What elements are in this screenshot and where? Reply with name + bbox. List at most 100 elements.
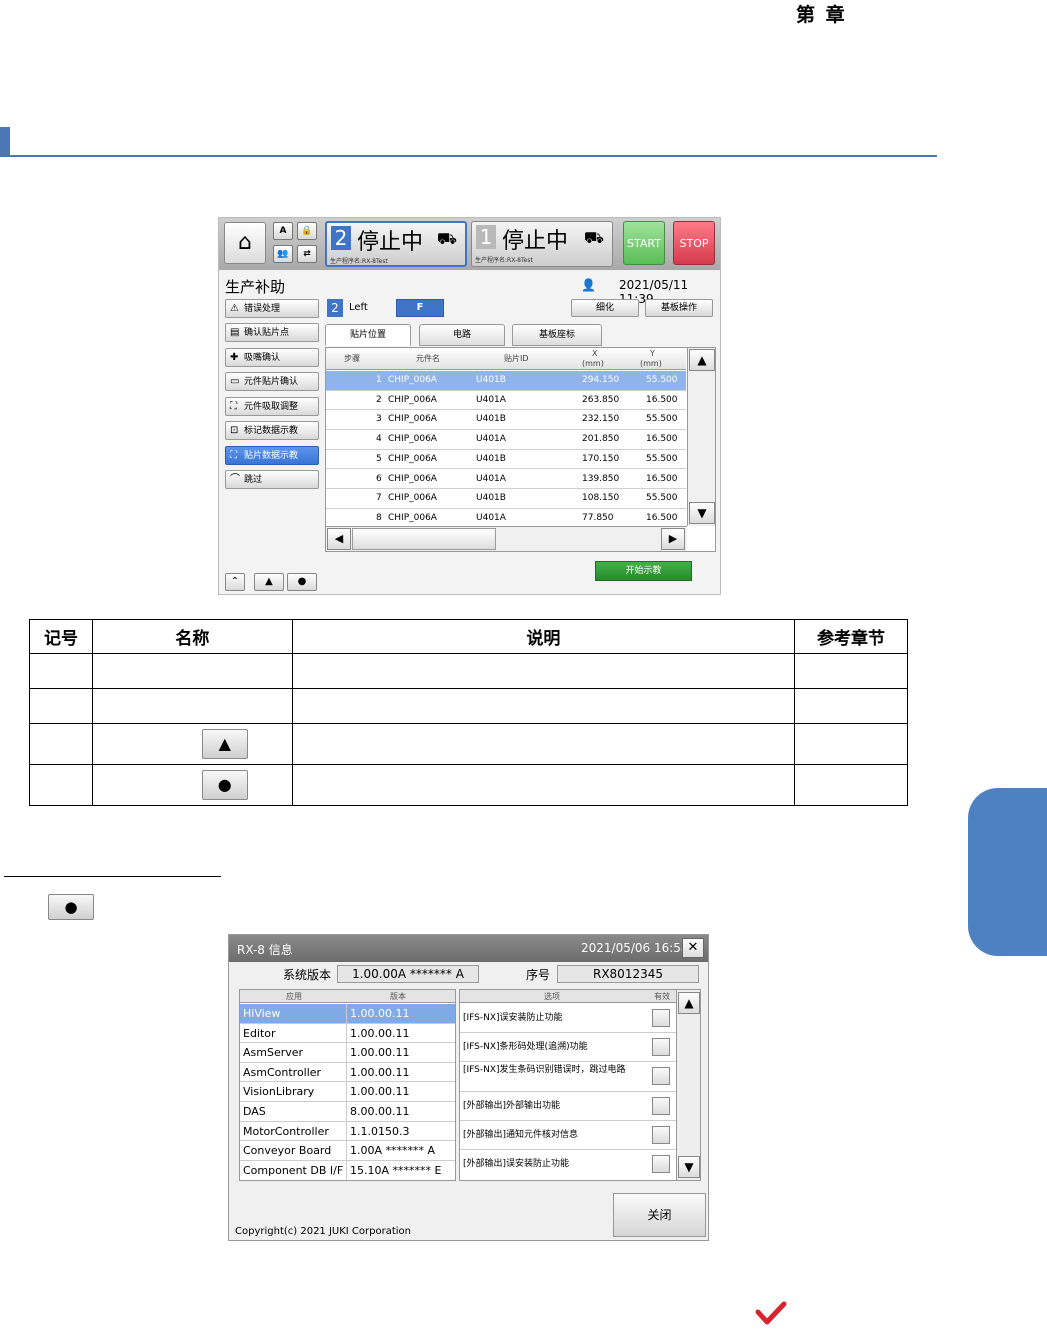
header-mark: 记号 (29, 619, 93, 654)
application-version-table: 应用 版本 HiView 1.00.00.11 Editor 1.00.00.11 … (239, 989, 456, 1181)
table-row[interactable]: 7 CHIP_006A U401B 108.150 55.500 (326, 489, 686, 509)
lock-icon[interactable]: 🔒 (297, 222, 317, 240)
table-row (29, 688, 908, 724)
table-row[interactable]: DAS 8.00.00.11 (240, 1102, 455, 1122)
arrow-up-icon: ▲ (697, 353, 707, 367)
rx8-info-dialog: RX-8 信息 2021/05/06 16:58 ✕ 系统版本 1.00.00A… (228, 934, 709, 1241)
valid-checkbox[interactable] (652, 1155, 670, 1173)
table-row[interactable]: AsmController 1.00.00.11 (240, 1062, 455, 1083)
menu-component-placement[interactable]: ▭ 元件贴片确认 (225, 372, 319, 391)
table-row (29, 653, 908, 689)
warning-button[interactable]: ▲ (254, 573, 284, 591)
dialog-datetime: 2021/05/06 16:58 (581, 941, 689, 955)
arrow-down-icon: ▼ (697, 506, 707, 520)
start-teach-button[interactable]: 开始示教 (595, 561, 692, 581)
menu-nozzle-check[interactable]: ✚ 吸嘴确认 (225, 348, 319, 367)
horizontal-scrollbar[interactable]: ◀ ▶ (326, 526, 687, 551)
lane-side-label: Left (349, 302, 368, 313)
lane-2-status[interactable]: 2 停止中 ⛟ 生产程序名:RX-8Test (325, 221, 467, 267)
table-row[interactable]: Conveyor Board 1.00A ******* A (240, 1141, 455, 1161)
mark-icon: ⊡ (230, 425, 239, 436)
scroll-up-button[interactable]: ▲ (689, 349, 715, 371)
scroll-up-button[interactable]: ▲ (678, 992, 700, 1014)
valid-checkbox[interactable] (652, 1125, 670, 1144)
options-table: 选项 有效 [IFS-NX]误安装防止功能 [IFS-NX]条形码处理(追溯)功… (459, 989, 701, 1181)
board-operation-button[interactable]: 基板操作 (645, 299, 713, 317)
header-desc: 说明 (291, 619, 796, 654)
program-name: 生产程序名:RX-8Test (475, 257, 533, 264)
menu-placement-teach[interactable]: ⛶ 贴片数据示教 (225, 446, 319, 465)
scroll-right-button[interactable]: ▶ (661, 528, 685, 550)
table-row[interactable]: MotorController 1.1.0150.3 (240, 1121, 455, 1142)
valid-checkbox[interactable] (652, 1038, 670, 1057)
table-row[interactable]: 3 CHIP_006A U401B 232.150 55.500 (326, 410, 686, 431)
table-row[interactable]: VisionLibrary 1.00.00.11 (240, 1082, 455, 1102)
table-row[interactable]: 6 CHIP_006A U401A 139.850 16.500 (326, 470, 686, 490)
info-button[interactable]: ● (287, 573, 317, 591)
start-button[interactable]: START (623, 221, 665, 265)
col-valid: 有效 (654, 992, 670, 1001)
valid-checkbox[interactable] (652, 1067, 670, 1086)
table-row[interactable]: 1 CHIP_006A U401B 294.150 55.500 (326, 371, 686, 391)
serial-label: 序号 (526, 968, 551, 982)
col-version: 版本 (390, 992, 406, 1001)
info-icon: ● (297, 576, 307, 587)
arrow-left-icon: ◀ (334, 532, 344, 545)
menu-pickup-adjust[interactable]: ⛶ 元件吸取调整 (225, 397, 319, 416)
dialog-titlebar: RX-8 信息 2021/05/06 16:58 ✕ (229, 935, 708, 962)
front-button[interactable]: F (396, 299, 444, 317)
teach-icon: ⛶ (230, 450, 237, 461)
stop-button[interactable]: STOP (673, 221, 715, 265)
tab-circuit[interactable]: 电路 (419, 324, 505, 346)
table-row[interactable]: HiView 1.00.00.11 (240, 1004, 455, 1024)
close-button[interactable]: 关闭 (613, 1193, 706, 1237)
close-icon[interactable]: ✕ (682, 938, 704, 958)
table-row: ▲ (29, 723, 908, 765)
warning-gear-icon: ⚠ (230, 303, 239, 314)
menu-error-handling[interactable]: ⚠ 错误处理 (225, 299, 319, 318)
vertical-scrollbar[interactable]: ▲ ▼ (687, 348, 715, 526)
warning-icon: ▲ (201, 729, 248, 759)
options-scrollbar[interactable]: ▲ ▼ (676, 990, 700, 1180)
tab-placement-position[interactable]: 贴片位置 (325, 324, 411, 346)
detail-button[interactable]: 细化 (571, 299, 639, 317)
scroll-left-button[interactable]: ◀ (327, 528, 351, 550)
table-row[interactable]: AsmServer 1.00.00.11 (240, 1043, 455, 1063)
scroll-thumb[interactable] (352, 528, 496, 550)
section-marker (0, 127, 10, 157)
menu-skip[interactable]: ⌒ 跳过 (225, 470, 319, 489)
menu-mark-teach[interactable]: ⊡ 标记数据示教 (225, 421, 319, 440)
a-button[interactable]: A (273, 222, 293, 240)
table-row[interactable]: 2 CHIP_006A U401A 263.850 16.500 (326, 391, 686, 411)
chapter-side-tab (968, 788, 1047, 956)
col-option: 选项 (544, 992, 560, 1001)
col-y: Y (650, 349, 655, 358)
lane-1-status[interactable]: 1 停止中 ⛟ 生产程序名:RX-8Test (471, 221, 613, 267)
valid-checkbox[interactable] (652, 1009, 670, 1027)
table-row[interactable]: Editor 1.00.00.11 (240, 1023, 455, 1044)
tab-board-coordinates[interactable]: 基板座标 (512, 324, 602, 346)
scroll-down-button[interactable]: ▼ (689, 502, 715, 524)
table-header-row: 记号 名称 说明 参考章节 (29, 619, 908, 654)
table-row[interactable]: 5 CHIP_006A U401B 170.150 55.500 (326, 450, 686, 470)
arrow-up-icon: ▲ (684, 996, 694, 1010)
scroll-down-button[interactable]: ▼ (678, 1156, 700, 1178)
connection-icon[interactable]: ⇄ (297, 245, 317, 263)
grid-header: 步骤 元件名 贴片ID X (mm) Y (mm) (326, 348, 686, 370)
collapse-button[interactable]: ⌃ (225, 573, 245, 591)
nozzle-icon: ✚ (230, 352, 239, 363)
table-row[interactable]: Component DB I/F 15.10A ******* E (240, 1160, 455, 1181)
valid-checkbox[interactable] (652, 1096, 670, 1115)
checklist-icon: ▤ (230, 327, 240, 338)
arrow-right-icon: ▶ (668, 532, 678, 545)
list-item: [IFS-NX]发生条码识别错误时，跳过电路 (460, 1062, 676, 1092)
warning-icon: ▲ (265, 576, 273, 587)
table-row[interactable]: 4 CHIP_006A U401A 201.850 16.500 (326, 430, 686, 450)
list-item: [外部输出]通知元件核对信息 (460, 1121, 676, 1150)
users-icon[interactable]: 👥 (273, 245, 293, 263)
adjust-icon: ⛶ (230, 401, 237, 412)
header-name: 名称 (91, 619, 293, 654)
skip-icon: ⌒ (230, 474, 240, 485)
home-button[interactable]: ⌂ (224, 222, 266, 264)
menu-confirm-placement[interactable]: ▤ 确认贴片点 (225, 323, 319, 342)
